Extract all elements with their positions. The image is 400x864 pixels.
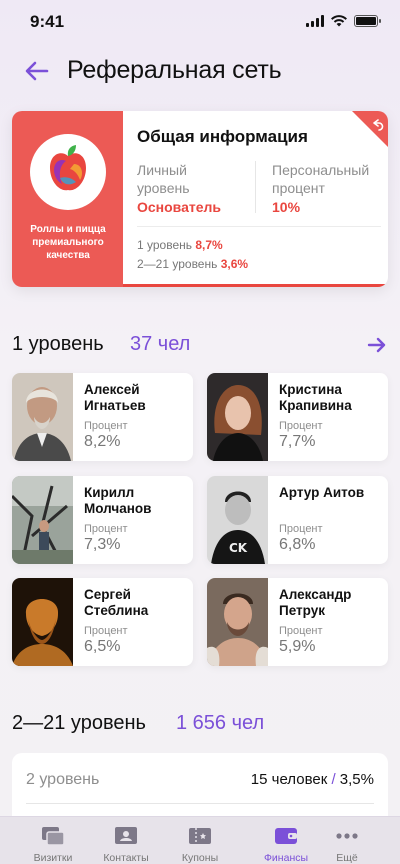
contact-card-icon [115, 827, 137, 844]
personal-percent-label: Персональный процент [272, 162, 370, 196]
level1-section-title: 1 уровень [12, 333, 104, 355]
person-percent-value: 6,5% [84, 638, 121, 655]
row-divider [26, 803, 374, 804]
tab-label: Визитки [33, 852, 73, 864]
info-details: Общая информация Личный уровень Основате… [123, 111, 388, 287]
general-info-card: Роллы и пицца премиального качества Обща… [12, 111, 388, 287]
info-title: Общая информация [137, 127, 308, 146]
tab-more[interactable]: Ещё [307, 817, 387, 864]
person-percent-value: 7,7% [279, 433, 316, 450]
person-card[interactable]: Кристина Крапивина Процент 7,7% [207, 373, 388, 461]
svg-text:CK: CK [229, 541, 248, 555]
back-arrow-icon[interactable] [22, 56, 52, 86]
levels-section-count: 1 656 чел [176, 712, 265, 734]
person-percent-label: Процент [279, 420, 323, 432]
person-card[interactable]: Алексей Игнатьев Процент 8,2% [12, 373, 193, 461]
status-time: 9:41 [30, 12, 65, 31]
battery-icon [354, 15, 381, 27]
cards-icon [42, 827, 65, 846]
personal-percent-value: 10% [272, 199, 301, 215]
avatar [207, 578, 268, 666]
level1-label: 1 уровень [137, 238, 193, 252]
person-percent-label: Процент [84, 625, 128, 637]
person-percent-label: Процент [84, 523, 128, 535]
person-percent-label: Процент [279, 625, 323, 637]
arrow-right-icon[interactable] [366, 334, 388, 356]
person-name: Артур Аитов [279, 485, 365, 500]
status-icons [306, 15, 381, 27]
avatar [12, 373, 73, 461]
level-row-value: 15 человек / 3,5% [251, 771, 374, 788]
info-divider [137, 226, 381, 227]
levels-label: 2—21 уровень [137, 257, 218, 271]
avatar: CK [207, 476, 268, 564]
wallet-icon [275, 828, 297, 844]
apple-logo-icon [50, 145, 86, 191]
level-row[interactable]: 2 уровень 15 человек / 3,5% [12, 753, 388, 803]
card-accent-bar [123, 284, 388, 287]
wifi-icon [331, 15, 347, 27]
person-card[interactable]: Сергей Стеблина Процент 6,5% [12, 578, 193, 666]
level-row-percent: 3,5% [339, 771, 374, 788]
more-dots-icon [336, 833, 358, 839]
signal-icon [306, 15, 324, 27]
levels-value: 3,6% [220, 257, 249, 271]
tab-cards[interactable]: Визитки [13, 817, 93, 864]
avatar [12, 476, 73, 564]
tab-contacts[interactable]: Контакты [86, 817, 166, 864]
tab-label: Контакты [103, 852, 149, 864]
avatar [12, 578, 73, 666]
personal-level-value: Основатель [137, 199, 222, 215]
person-percent-value: 7,3% [84, 536, 121, 553]
person-percent-value: 6,8% [279, 536, 316, 553]
person-card[interactable]: Кирилл Молчанов Процент 7,3% [12, 476, 193, 564]
person-card[interactable]: CK Артур Аитов Процент 6,8% [207, 476, 388, 564]
tab-label: Ещё [336, 852, 358, 864]
tab-label: Купоны [181, 852, 219, 864]
header: Реферальная сеть [0, 52, 400, 92]
brand-logo [30, 134, 106, 210]
flip-corner-icon[interactable] [352, 111, 388, 147]
person-name: Алексей Игнатьев [84, 382, 146, 413]
tab-coupons[interactable]: Купоны [160, 817, 240, 864]
page-title: Реферальная сеть [67, 56, 282, 84]
person-percent-value: 8,2% [84, 433, 121, 450]
coupon-icon [189, 828, 211, 844]
personal-level-label: Личный уровень [137, 162, 190, 196]
stats-divider [255, 161, 256, 213]
levels-section-title: 2—21 уровень [12, 712, 146, 734]
brand-panel: Роллы и пицца премиального качества [12, 111, 123, 287]
person-percent-label: Процент [279, 523, 323, 535]
tab-bar: Визитки Контакты Купоны Финансы Ещё [0, 816, 400, 864]
level-row-people: 15 человек [250, 771, 328, 788]
level-row-separator: / [331, 771, 336, 788]
person-name: Кирилл Молчанов [84, 485, 152, 516]
person-name: Сергей Стеблина [84, 587, 149, 618]
level1-value: 8,7% [195, 238, 223, 252]
avatar [207, 373, 268, 461]
person-name: Кристина Крапивина [279, 382, 352, 413]
level1-line: 1 уровень 8,7% [137, 238, 223, 252]
person-card[interactable]: Александр Петрук Процент 5,9% [207, 578, 388, 666]
levels-line: 2—21 уровень 3,6% [137, 257, 248, 271]
brand-caption: Роллы и пицца премиального качества [30, 224, 106, 261]
level1-section-count: 37 чел [130, 333, 191, 355]
person-name: Александр Петрук [279, 587, 352, 618]
status-bar: 9:41 [0, 0, 400, 44]
person-percent-label: Процент [84, 420, 128, 432]
level-row-label: 2 уровень [26, 771, 100, 788]
person-percent-value: 5,9% [279, 638, 316, 655]
